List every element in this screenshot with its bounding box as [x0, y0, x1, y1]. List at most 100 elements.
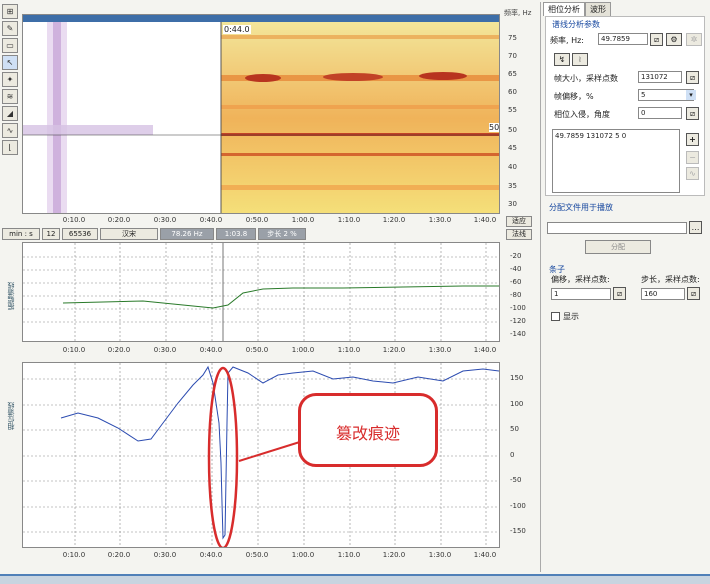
wave-right-icon[interactable]: ⧘	[572, 53, 588, 66]
phase-edit-icon[interactable]: ⧄	[686, 107, 699, 120]
freq-tick: 45	[508, 144, 517, 152]
time-tick: 0:20.0	[107, 346, 131, 354]
gear-icon[interactable]: ⚙	[666, 33, 682, 46]
amp-tick: -20	[510, 252, 522, 260]
freq-tick: 75	[508, 34, 517, 42]
assign-title: 分配文件用于播放	[549, 203, 613, 212]
phase-offset-label: 相位入侵，角度	[554, 110, 610, 119]
step-readout: 步长 2 %	[258, 228, 306, 240]
select-icon[interactable]: ⊞	[2, 4, 18, 19]
assign-file-input[interactable]	[547, 222, 687, 234]
amp-plot-label: 振幅谱线	[7, 282, 15, 310]
value-field-2[interactable]: 65536	[62, 228, 98, 240]
freq-tick: 65	[508, 70, 517, 78]
amplitude-curve-svg	[23, 243, 499, 341]
offset-samples-input[interactable]: 1	[551, 288, 611, 300]
rect-icon[interactable]: ▭	[2, 38, 18, 53]
freq-tick: 30	[508, 200, 517, 208]
list-item[interactable]: 49.7859 131072 5 0	[553, 130, 679, 142]
amplitude-plot[interactable]	[22, 242, 500, 342]
marker-freq-label: 50	[489, 123, 500, 132]
cursor-icon[interactable]: ↖	[2, 55, 18, 70]
phase-tick: 150	[510, 374, 524, 382]
group-title: 谱线分析参数	[552, 20, 600, 29]
amp-axis: -20 -40 -60 -80 -100 -120 -140	[502, 242, 538, 342]
value-field-1[interactable]: 12	[42, 228, 60, 240]
time-tick: 0:30.0	[153, 216, 177, 224]
time-tick: 1:40.0	[473, 346, 497, 354]
step-samples-edit-icon[interactable]: ⧄	[687, 287, 700, 300]
wave-icon[interactable]: ≋	[2, 89, 18, 104]
spectrum-params-group: 谱线分析参数 频率, Hz: 49.7859 ⧄ ⚙ ✲ ↯ ⧘ 帧大小，采样点…	[545, 16, 705, 196]
freq-tick: 70	[508, 52, 517, 60]
offset-label: 帧偏移，%	[554, 92, 594, 101]
freq-label: 频率, Hz:	[550, 36, 584, 45]
remove-icon: −	[686, 151, 699, 164]
chevron-down-icon[interactable]: ▾	[686, 90, 696, 100]
show-label: 显示	[563, 312, 579, 321]
time-tick: 0:40.0	[199, 346, 223, 354]
freq-tick: 55	[508, 106, 517, 114]
window-bottom-bar	[0, 574, 710, 584]
freq-input[interactable]: 49.7859	[598, 33, 648, 45]
freq-tick: 60	[508, 88, 517, 96]
analysis-panel: 相位分析 波形 谱线分析参数 频率, Hz: 49.7859 ⧄ ⚙ ✲ ↯ ⧘…	[540, 2, 708, 572]
spectrogram-view[interactable]: 0:44.0 50	[22, 14, 500, 214]
phase-tick: 0	[510, 451, 515, 459]
time-tick: 0:10.0	[62, 346, 86, 354]
assign-button[interactable]: 分配	[585, 240, 651, 254]
time-tick: 1:30.0	[428, 216, 452, 224]
tab-phase-analysis[interactable]: 相位分析	[543, 2, 585, 16]
frame-input[interactable]: 131072	[638, 71, 682, 83]
curve-icon[interactable]: ∿	[2, 123, 18, 138]
phase-tick: 50	[510, 425, 519, 433]
phase-offset-input[interactable]: 0	[638, 107, 682, 119]
time-tick: 1:30.0	[428, 346, 452, 354]
wave-left-icon[interactable]: ↯	[554, 53, 570, 66]
time-tick: 0:50.0	[245, 346, 269, 354]
step-samples-input[interactable]: 160	[641, 288, 685, 300]
time-tick: 0:20.0	[107, 551, 131, 559]
amp-tick: -40	[510, 265, 522, 273]
time-tick: 1:40.0	[473, 216, 497, 224]
amp-tick: -100	[510, 304, 526, 312]
time-tick: 0:50.0	[245, 551, 269, 559]
offset-samples-label: 偏移，采样点数:	[551, 275, 610, 284]
browse-icon[interactable]: …	[689, 221, 702, 234]
time-tick: 1:40.0	[473, 551, 497, 559]
time-readout: 1:03.8	[216, 228, 256, 240]
freq-axis: 75 70 65 60 55 50 45 40 35 30	[502, 14, 538, 214]
window-field[interactable]: 汉宋	[100, 228, 158, 240]
reset-icon[interactable]: ⌊	[2, 140, 18, 155]
time-tick: 1:10.0	[337, 346, 361, 354]
wave-disabled-icon: ∿	[686, 167, 699, 180]
zoom-icon[interactable]: ◢	[2, 106, 18, 121]
amp-tick: -140	[510, 330, 526, 338]
fit-button[interactable]: 适应	[506, 216, 532, 227]
show-checkbox[interactable]	[551, 312, 560, 321]
time-tick: 0:40.0	[199, 216, 223, 224]
time-tick: 1:10.0	[337, 551, 361, 559]
time-tick: 0:20.0	[107, 216, 131, 224]
offset-samples-edit-icon[interactable]: ⧄	[613, 287, 626, 300]
time-tick: 1:00.0	[291, 551, 315, 559]
pencil-icon[interactable]: ✎	[2, 21, 18, 36]
tab-waveform[interactable]: 波形	[585, 2, 611, 16]
time-tick: 1:00.0	[291, 216, 315, 224]
frame-edit-icon[interactable]: ⧄	[686, 71, 699, 84]
params-list[interactable]: 49.7859 131072 5 0	[552, 129, 680, 193]
marker-icon[interactable]: ✦	[2, 72, 18, 87]
more-button[interactable]: 法线	[506, 229, 532, 240]
annotation-text: 篡改痕迹	[335, 424, 400, 443]
time-tick: 1:20.0	[382, 551, 406, 559]
unit-field[interactable]: min : s	[2, 228, 40, 240]
freq-tick: 40	[508, 163, 517, 171]
left-toolbar: ⊞ ✎ ▭ ↖ ✦ ≋ ◢ ∿ ⌊	[2, 4, 20, 157]
time-tick: 0:50.0	[245, 216, 269, 224]
add-icon[interactable]: +	[686, 133, 699, 146]
time-tick: 0:10.0	[62, 551, 86, 559]
edit-icon[interactable]: ⧄	[650, 33, 663, 46]
time-tick: 1:30.0	[428, 551, 452, 559]
status-bar: min : s 12 65536 汉宋 78.26 Hz 1:03.8 步长 2…	[2, 228, 500, 240]
marker-time-label: 0:44.0	[223, 25, 251, 34]
